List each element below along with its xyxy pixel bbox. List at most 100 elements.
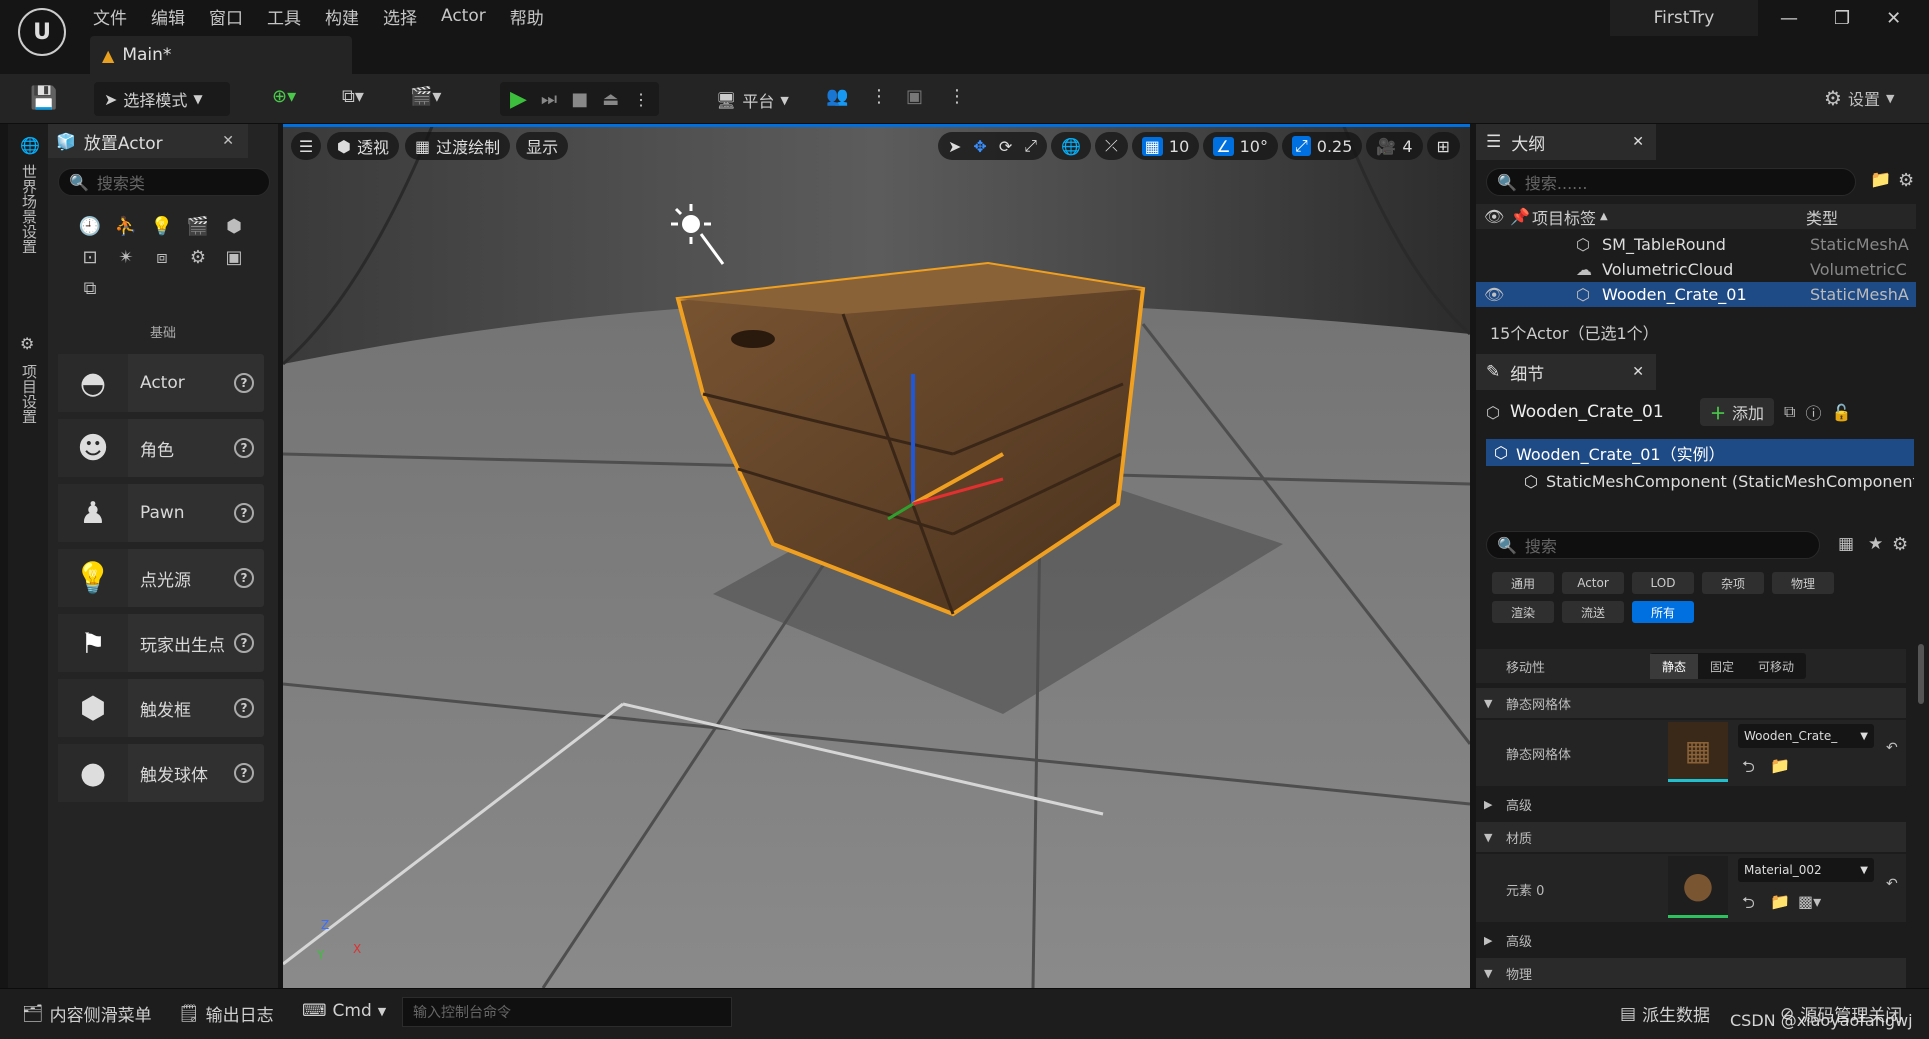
menu-window[interactable]: 窗口 xyxy=(209,4,243,29)
volumes-icon[interactable]: ✴ xyxy=(112,243,140,271)
menu-actor[interactable]: Actor xyxy=(441,6,486,26)
component-row[interactable]: ⬡ StaticMeshComponent (StaticMeshCompone… xyxy=(1524,469,1914,494)
content-drawer-button[interactable]: 🗂 内容侧滑菜单 xyxy=(22,1001,152,1027)
filter-rendering[interactable]: 渲染 xyxy=(1492,601,1554,623)
add-component-button[interactable]: ＋ 添加 xyxy=(1699,398,1774,426)
show-button[interactable]: 显示 xyxy=(516,132,569,160)
visual-effects-icon[interactable]: ⬢ xyxy=(220,212,248,240)
filter-lod[interactable]: LOD xyxy=(1632,572,1694,594)
advanced-row[interactable]: ▶ 高级 xyxy=(1476,789,1906,819)
blueprint-icon[interactable]: ⧉▾ xyxy=(342,86,364,107)
more-icon[interactable]: ⋮ xyxy=(948,86,966,107)
reset-icon[interactable]: ↶ xyxy=(1886,740,1898,756)
section-physics[interactable]: ▼ 物理 xyxy=(1476,958,1906,988)
misc-icon[interactable]: ⧉ xyxy=(76,274,104,302)
pin-icon[interactable]: 📌 xyxy=(1510,207,1532,226)
scale-tool-icon[interactable]: ⤢ xyxy=(1024,136,1037,156)
details-search-input[interactable]: 🔍 搜索 xyxy=(1486,531,1820,559)
browse-folder-icon[interactable]: 📁 xyxy=(1770,892,1790,911)
grid-snap-button[interactable]: ▦ 10 xyxy=(1131,132,1200,160)
advanced-row-2[interactable]: ▶ 高级 xyxy=(1476,925,1906,955)
panel-icon[interactable]: ▣ xyxy=(220,243,248,271)
lights-icon[interactable]: 💡 xyxy=(148,212,176,240)
level-tab[interactable]: ▲ Main* xyxy=(90,36,352,74)
gear-icon[interactable]: ⚙ xyxy=(1898,170,1914,191)
close-icon[interactable]: ✕ xyxy=(222,133,234,149)
menu-tools[interactable]: 工具 xyxy=(267,4,301,29)
filter-streaming[interactable]: 流送 xyxy=(1562,601,1624,623)
translate-tool-icon[interactable]: ✥ xyxy=(973,137,986,156)
component-instance-row[interactable]: ⬡ Wooden_Crate_01（实例） xyxy=(1486,439,1914,466)
section-material[interactable]: ▼ 材质 xyxy=(1476,822,1906,852)
view-mode-button[interactable]: ▦ 过渡绘制 xyxy=(404,132,511,160)
material-thumbnail[interactable]: ● xyxy=(1668,856,1728,918)
project-settings-tab[interactable]: 项目设置 xyxy=(20,364,38,424)
place-item-player-start[interactable]: ⚑ 玩家出生点 ? xyxy=(58,614,264,672)
perspective-button[interactable]: ⬢ 透视 xyxy=(327,132,399,160)
star-icon[interactable]: ★ xyxy=(1868,534,1883,554)
close-icon[interactable]: ✕ xyxy=(1886,8,1901,29)
browse-arrow-icon[interactable]: ⮌ xyxy=(1742,892,1755,919)
platform-dropdown[interactable]: 🖥 平台 ▼ xyxy=(716,88,789,112)
project-settings-icon[interactable]: ⚙ xyxy=(20,334,34,353)
mobility-static[interactable]: 静态 xyxy=(1650,653,1699,679)
menu-edit[interactable]: 编辑 xyxy=(151,4,185,29)
geometry-icon[interactable]: ⊡ xyxy=(76,243,104,271)
select-tool-icon[interactable]: ➤ xyxy=(948,137,961,156)
browse-folder-icon[interactable]: 📁 xyxy=(1770,756,1790,775)
more-icon[interactable]: ⋮ xyxy=(870,86,888,107)
close-icon[interactable]: ✕ xyxy=(1632,364,1644,380)
place-item-point-light[interactable]: 💡 点光源 ? xyxy=(58,549,264,607)
cinematic-icon[interactable]: 🎬 xyxy=(184,212,212,240)
filter-physics[interactable]: 物理 xyxy=(1772,572,1834,594)
browse-arrow-icon[interactable]: ⮌ xyxy=(1742,756,1755,783)
place-item-character[interactable]: ☻ 角色 ? xyxy=(58,419,264,477)
filter-general[interactable]: 通用 xyxy=(1492,572,1554,594)
viewport-menu-button[interactable]: ☰ xyxy=(291,132,321,160)
help-icon[interactable]: ? xyxy=(234,633,254,653)
eye-icon[interactable]: 👁 xyxy=(1484,207,1510,226)
outliner-row[interactable]: ☁ VolumetricCloud VolumetricC xyxy=(1476,257,1916,282)
output-log-button[interactable]: 🗒 输出日志 xyxy=(178,1001,274,1027)
menu-help[interactable]: 帮助 xyxy=(510,4,544,29)
checker-icon[interactable]: ▩▾ xyxy=(1798,892,1821,911)
place-item-trigger-sphere[interactable]: ● 触发球体 ? xyxy=(58,744,264,802)
filter-all[interactable]: 所有 xyxy=(1632,601,1694,623)
mobility-movable[interactable]: 可移动 xyxy=(1746,654,1806,679)
scale-snap-button[interactable]: ⤢ 0.25 xyxy=(1281,132,1363,160)
menu-file[interactable]: 文件 xyxy=(93,4,127,29)
filter-actor[interactable]: Actor xyxy=(1562,572,1624,594)
step-icon[interactable]: ⏭ xyxy=(541,89,557,110)
rotate-tool-icon[interactable]: ⟳ xyxy=(999,137,1012,156)
camera-speed-button[interactable]: 🎥 4 xyxy=(1366,132,1423,160)
col-type-header[interactable]: 类型 xyxy=(1806,205,1838,229)
world-settings-tab[interactable]: 世界场景设置 xyxy=(20,164,38,254)
place-item-trigger-box[interactable]: ⬢ 触发框 ? xyxy=(58,679,264,737)
mobility-stationary[interactable]: 固定 xyxy=(1698,654,1746,679)
help-icon[interactable]: ? xyxy=(234,698,254,718)
static-mesh-thumbnail[interactable]: ▦ xyxy=(1668,722,1728,782)
place-item-pawn[interactable]: ♟ Pawn ? xyxy=(58,484,264,542)
material-dropdown[interactable]: Material_002 ▼ xyxy=(1738,858,1874,882)
restore-icon[interactable]: ❐ xyxy=(1834,8,1850,29)
gear-icon[interactable]: ⚙ xyxy=(1892,534,1908,555)
console-input[interactable]: 输入控制台命令 xyxy=(402,997,732,1027)
help-icon[interactable]: ? xyxy=(234,763,254,783)
hidden-icon[interactable]: ▣ xyxy=(906,86,923,107)
close-icon[interactable]: ✕ xyxy=(1632,134,1644,150)
help-icon[interactable]: ? xyxy=(234,503,254,523)
outliner-search-input[interactable]: 🔍 搜索...... xyxy=(1486,168,1856,196)
recent-icon[interactable]: 🕘 xyxy=(76,212,104,240)
all-classes-icon[interactable]: ⚙ xyxy=(184,243,212,271)
eye-icon[interactable]: 👁 xyxy=(1484,285,1576,304)
help-icon[interactable]: ? xyxy=(234,568,254,588)
lock-icon[interactable]: 🔓 xyxy=(1831,403,1851,422)
reset-icon[interactable]: ↶ xyxy=(1886,876,1898,892)
level-viewport[interactable]: ☰ ⬢ 透视 ▦ 过渡绘制 显示 ➤ ✥ ⟳ ⤢ 🌐 ⤫ ▦ 10 ∠ 10° ⤢ 0.2… xyxy=(283,124,1470,988)
menu-build[interactable]: 构建 xyxy=(325,4,359,29)
shapes-icon[interactable]: ⧈ xyxy=(148,243,176,271)
place-item-actor[interactable]: ◓ Actor ? xyxy=(58,354,264,412)
settings-button[interactable]: ⚙ 设置 ▼ xyxy=(1824,86,1894,110)
section-static-mesh[interactable]: ▼ 静态网格体 xyxy=(1476,688,1906,718)
unreal-logo[interactable]: U xyxy=(18,8,66,56)
